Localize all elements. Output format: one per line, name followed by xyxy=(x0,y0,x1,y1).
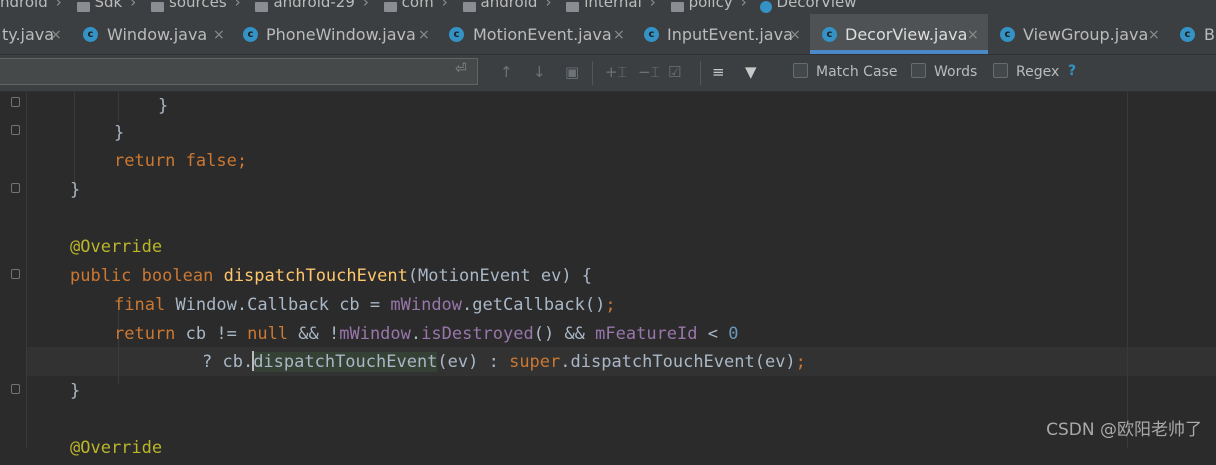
tab-motionevent[interactable]: MotionEvent.java × xyxy=(438,14,632,54)
words-label: Words xyxy=(934,64,978,80)
folder-icon xyxy=(670,1,684,12)
code-line: public boolean dispatchTouchEvent(Motion… xyxy=(70,266,593,286)
words-checkbox[interactable]: Words xyxy=(911,62,978,81)
close-icon[interactable]: × xyxy=(1148,14,1160,54)
class-icon xyxy=(759,0,772,13)
tab-label: InputEvent.java xyxy=(667,25,793,44)
editor-tabs: ty.java × Window.java × PhoneWindow.java… xyxy=(0,14,1216,55)
checkbox-icon[interactable] xyxy=(793,62,808,78)
tab-inputevent[interactable]: InputEvent.java × xyxy=(632,14,810,54)
tab-activity[interactable]: ty.java × xyxy=(0,14,70,54)
regex-checkbox[interactable]: Regex xyxy=(993,62,1060,81)
class-icon xyxy=(1000,27,1015,42)
filter-icon[interactable]: ▼ xyxy=(745,63,757,81)
code-line: final Window.Callback cb = mWindow.getCa… xyxy=(114,295,616,315)
text-caret xyxy=(252,351,255,371)
tab-decorview[interactable]: DecorView.java × xyxy=(810,14,988,54)
code-editor[interactable]: } } return false; } @Override public boo… xyxy=(0,92,1216,458)
class-icon xyxy=(822,27,837,42)
code-line: } xyxy=(114,123,125,143)
class-icon xyxy=(243,27,258,42)
folder-icon xyxy=(383,1,397,12)
match-case-label: Match Case xyxy=(816,64,898,80)
breadcrumb-current[interactable]: DecorView xyxy=(777,0,857,10)
folder-icon xyxy=(76,1,90,12)
breadcrumb-item[interactable]: android-29 xyxy=(273,0,354,10)
indent-guide xyxy=(74,92,75,183)
breadcrumb-item[interactable]: sources xyxy=(169,0,227,10)
code-line: return cb != null && !mWindow.isDestroye… xyxy=(114,324,739,344)
toolbar-separator xyxy=(592,61,593,85)
tab-label: DecorView.java xyxy=(845,25,968,44)
filter-lines-icon[interactable]: ≡ xyxy=(712,63,725,81)
folder-icon xyxy=(566,1,580,12)
find-bar: ⏎ ↑ ↓ ▣ +⌶ −⌶ ☑ ≡ ▼ Match Case Words Reg… xyxy=(0,55,1216,92)
code-text: } } return false; } @Override public boo… xyxy=(0,92,806,465)
close-icon[interactable]: × xyxy=(213,14,225,54)
chevron-right-icon: › xyxy=(55,0,62,11)
tab-label: PhoneWindow.java xyxy=(266,25,416,44)
class-icon xyxy=(1180,27,1195,42)
watermark: CSDN @欧阳老帅了 xyxy=(1046,420,1202,440)
class-icon xyxy=(644,27,659,42)
checkbox-icon[interactable] xyxy=(911,62,926,78)
tab-label: ViewGroup.java xyxy=(1023,25,1149,44)
chevron-right-icon: › xyxy=(234,0,241,11)
folder-icon xyxy=(255,1,269,12)
regex-label: Regex xyxy=(1016,64,1060,80)
right-margin-guide xyxy=(1127,92,1128,448)
chevron-right-icon: › xyxy=(130,0,137,11)
close-icon[interactable]: × xyxy=(50,14,62,54)
chevron-right-icon: › xyxy=(545,0,552,11)
next-occurrence-icon[interactable]: ↓ xyxy=(533,63,546,81)
remove-occurrence-icon[interactable]: −⌶ xyxy=(638,63,660,81)
search-input[interactable] xyxy=(0,58,478,85)
close-icon[interactable]: × xyxy=(418,14,430,54)
indent-guide xyxy=(118,92,119,122)
class-icon xyxy=(449,27,464,42)
breadcrumb-item[interactable]: policy xyxy=(689,0,733,10)
chevron-right-icon: › xyxy=(649,0,656,11)
checkbox-icon[interactable] xyxy=(993,62,1008,78)
tab-viewgroup[interactable]: ViewGroup.java × xyxy=(988,14,1170,54)
tab-label: MotionEvent.java xyxy=(473,25,612,44)
match-case-checkbox[interactable]: Match Case xyxy=(793,62,898,81)
breadcrumb-item[interactable]: ndroid xyxy=(0,0,48,10)
breadcrumb: ndroid › Sdk › sources › android-29 › com › a… xyxy=(0,0,1216,14)
select-all-matches-icon[interactable]: ☑ xyxy=(668,63,681,81)
tab-window[interactable]: Window.java × xyxy=(70,14,232,54)
tab-label: Bi xyxy=(1204,25,1216,44)
code-line: ? cb.dispatchTouchEvent(ev) : super.disp… xyxy=(202,351,806,372)
chevron-right-icon: › xyxy=(740,0,747,11)
code-line: return false; xyxy=(114,151,248,171)
folder-icon xyxy=(151,1,165,12)
code-line: @Override xyxy=(70,438,163,458)
select-all-occurrences-icon[interactable]: ▣ xyxy=(565,63,579,81)
newline-icon[interactable]: ⏎ xyxy=(455,61,467,77)
breadcrumb-item[interactable]: Sdk xyxy=(95,0,123,10)
tab-phonewindow[interactable]: PhoneWindow.java × xyxy=(232,14,438,54)
close-icon[interactable]: × xyxy=(967,14,979,54)
tab-label: ty.java xyxy=(2,25,55,44)
breadcrumb-item[interactable]: android xyxy=(481,0,538,10)
add-occurrence-icon[interactable]: +⌶ xyxy=(605,63,627,81)
toolbar-separator xyxy=(700,61,701,85)
class-icon xyxy=(83,27,98,42)
tab-overflow[interactable]: Bi xyxy=(1170,14,1216,54)
close-icon[interactable]: × xyxy=(613,14,625,54)
close-icon[interactable]: × xyxy=(789,14,801,54)
tab-label: Window.java xyxy=(107,25,208,44)
code-line: } xyxy=(70,381,81,401)
chevron-right-icon: › xyxy=(362,0,369,11)
breadcrumb-item[interactable]: internal xyxy=(584,0,642,10)
chevron-right-icon: › xyxy=(441,0,448,11)
regex-help-link[interactable]: ? xyxy=(1068,63,1076,79)
previous-occurrence-icon[interactable]: ↑ xyxy=(500,63,513,81)
code-line: } xyxy=(70,180,81,200)
breadcrumb-item[interactable]: com xyxy=(402,0,434,10)
code-line: } xyxy=(158,96,169,116)
code-line: @Override xyxy=(70,237,163,257)
folder-icon xyxy=(462,1,476,12)
